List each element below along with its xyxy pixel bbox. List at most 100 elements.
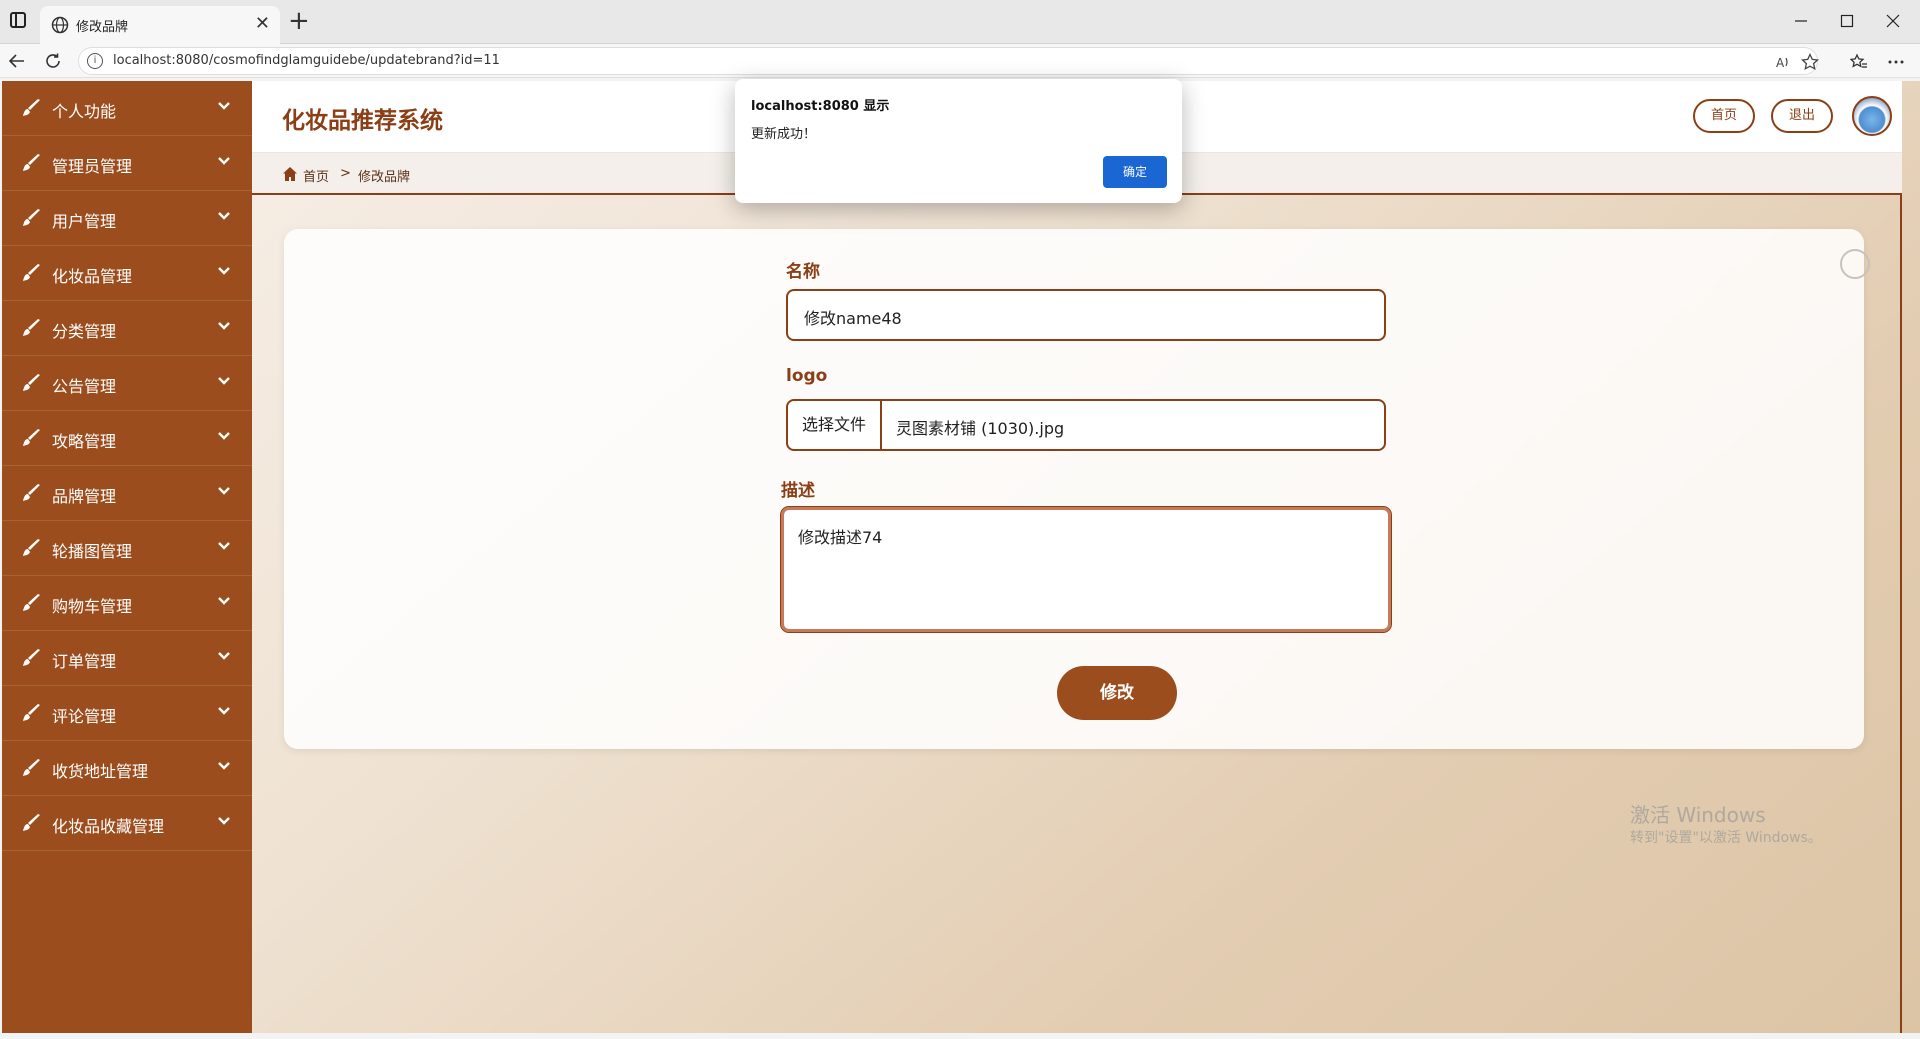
logout-button[interactable]: 退出 — [1771, 99, 1833, 133]
chevron-down-icon — [218, 377, 230, 385]
back-icon[interactable] — [8, 52, 26, 70]
circle-icon[interactable] — [1840, 249, 1870, 279]
chevron-down-icon — [218, 487, 230, 495]
name-input[interactable]: 修改name48 — [786, 289, 1386, 341]
edit-brand-form: 名称 修改name48 logo 选择文件 灵图素材铺 (1030).jpg 描… — [284, 229, 1870, 749]
sidebar-item-notice[interactable]: 公告管理 — [2, 356, 252, 411]
close-window-icon[interactable] — [1886, 14, 1900, 28]
dialog-ok-button[interactable]: 确定 — [1103, 156, 1167, 188]
chevron-down-icon — [218, 707, 230, 715]
sidebar-item-admin[interactable]: 管理员管理 — [2, 136, 252, 191]
sidebar-item-label: 订单管理 — [52, 652, 117, 671]
globe-icon — [51, 16, 69, 34]
chevron-down-icon — [218, 542, 230, 550]
sidebar-item-carousel[interactable]: 轮播图管理 — [2, 521, 252, 576]
sidebar-item-users[interactable]: 用户管理 — [2, 191, 252, 246]
logo-file-input[interactable]: 选择文件 灵图素材铺 (1030).jpg — [786, 399, 1386, 451]
brush-icon — [23, 539, 40, 556]
chevron-down-icon — [218, 322, 230, 330]
app-root: 个人功能 管理员管理 用户管理 化妆品管理 分类管理 公告管理 攻略管理 品牌管… — [0, 79, 1920, 1039]
brush-icon — [23, 649, 40, 666]
breadcrumb-current: 修改品牌 — [358, 170, 411, 185]
dialog-title: localhost:8080 显示 — [751, 99, 890, 114]
sidebar-item-label: 管理员管理 — [52, 157, 133, 176]
logo-label: logo — [786, 366, 828, 386]
chevron-down-icon — [218, 652, 230, 660]
sidebar-item-label: 收货地址管理 — [52, 762, 149, 781]
breadcrumb-home-link[interactable]: 首页 — [303, 166, 329, 185]
close-tab-icon[interactable]: ✕ — [255, 13, 270, 34]
sidebar-item-guide[interactable]: 攻略管理 — [2, 411, 252, 466]
tab-actions-icon[interactable] — [8, 10, 28, 30]
avatar[interactable] — [1852, 96, 1892, 136]
system-title: 化妆品推荐系统 — [282, 108, 443, 134]
tab-title: 修改品牌 — [76, 20, 129, 35]
sidebar-item-label: 用户管理 — [52, 212, 117, 231]
submit-button[interactable]: 修改 — [1057, 666, 1177, 720]
chevron-down-icon — [218, 597, 230, 605]
home-icon — [283, 167, 297, 181]
sidebar-item-label: 个人功能 — [52, 102, 117, 121]
sidebar-item-cart[interactable]: 购物车管理 — [2, 576, 252, 631]
sidebar-item-orders[interactable]: 订单管理 — [2, 631, 252, 686]
chevron-down-icon — [218, 212, 230, 220]
main-content: 化妆品推荐系统 首页 退出 首页 > 修改品牌 名称 修改name48 logo… — [252, 81, 1920, 1033]
sidebar-item-comments[interactable]: 评论管理 — [2, 686, 252, 741]
divider — [1900, 195, 1902, 1033]
description-label: 描述 — [781, 481, 815, 501]
sidebar-item-label: 品牌管理 — [52, 487, 117, 506]
choose-file-button[interactable]: 选择文件 — [788, 401, 882, 449]
sidebar-item-cosmetics[interactable]: 化妆品管理 — [2, 246, 252, 301]
name-input-value: 修改name48 — [804, 309, 902, 328]
site-info-icon[interactable]: i — [87, 53, 103, 69]
sidebar-item-label: 公告管理 — [52, 377, 117, 396]
sidebar-item-label: 化妆品收藏管理 — [52, 817, 165, 836]
reload-icon[interactable] — [44, 52, 62, 70]
brush-icon — [23, 319, 40, 336]
brush-icon — [23, 209, 40, 226]
browser-tab-bar: 修改品牌 ✕ + — [0, 0, 1920, 44]
chevron-down-icon — [218, 817, 230, 825]
brush-icon — [23, 484, 40, 501]
more-icon[interactable] — [1887, 53, 1905, 71]
sidebar-item-brand[interactable]: 品牌管理 — [2, 466, 252, 521]
chevron-down-icon — [218, 762, 230, 770]
alert-dialog: localhost:8080 显示 更新成功！ 确定 — [735, 79, 1182, 203]
sidebar-item-address[interactable]: 收货地址管理 — [2, 741, 252, 796]
brush-icon — [23, 264, 40, 281]
dialog-message: 更新成功！ — [751, 127, 817, 142]
chevron-down-icon — [218, 432, 230, 440]
read-aloud-icon[interactable]: A — [1775, 54, 1791, 70]
new-tab-button[interactable]: + — [288, 6, 310, 36]
chevron-down-icon — [218, 102, 230, 110]
brush-icon — [23, 759, 40, 776]
name-label: 名称 — [786, 262, 820, 282]
sidebar: 个人功能 管理员管理 用户管理 化妆品管理 分类管理 公告管理 攻略管理 品牌管… — [2, 81, 252, 1033]
brush-icon — [23, 814, 40, 831]
brush-icon — [23, 594, 40, 611]
breadcrumb-separator: > — [340, 166, 351, 181]
favorites-icon[interactable] — [1850, 53, 1868, 71]
sidebar-item-personal[interactable]: 个人功能 — [2, 81, 252, 136]
sidebar-item-favorites[interactable]: 化妆品收藏管理 — [2, 796, 252, 851]
url-field[interactable]: i localhost:8080/cosmofindglamguidebe/up… — [78, 47, 1819, 75]
sidebar-item-label: 轮播图管理 — [52, 542, 133, 561]
brush-icon — [23, 374, 40, 391]
description-value: 修改描述74 — [798, 528, 883, 547]
sidebar-item-label: 购物车管理 — [52, 597, 133, 616]
brush-icon — [23, 99, 40, 116]
description-textarea[interactable]: 修改描述74 — [780, 506, 1392, 633]
maximize-icon[interactable] — [1840, 14, 1854, 28]
home-button[interactable]: 首页 — [1693, 99, 1755, 133]
favorite-star-icon[interactable] — [1801, 53, 1819, 71]
sidebar-item-label: 攻略管理 — [52, 432, 117, 451]
minimize-icon[interactable] — [1794, 14, 1808, 28]
sidebar-item-label: 化妆品管理 — [52, 267, 133, 286]
sidebar-item-category[interactable]: 分类管理 — [2, 301, 252, 356]
windows-activation-hint: 转到"设置"以激活 Windows。 — [1630, 830, 1822, 846]
windows-activation-watermark: 激活 Windows — [1630, 803, 1766, 827]
browser-tab[interactable]: 修改品牌 ✕ — [40, 6, 280, 44]
sidebar-item-label: 分类管理 — [52, 322, 117, 341]
brush-icon — [23, 154, 40, 171]
chevron-down-icon — [218, 157, 230, 165]
